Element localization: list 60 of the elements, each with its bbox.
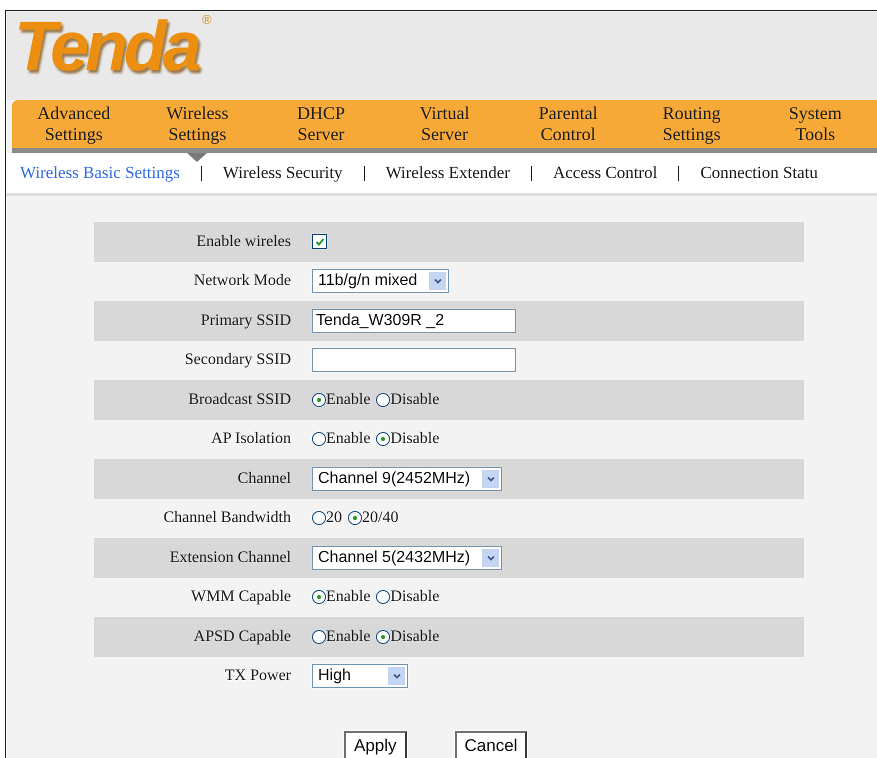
- radio-label: 20/40: [362, 509, 398, 528]
- dropdown[interactable]: 11b/g/n mixed: [312, 269, 450, 294]
- field-label: TX Power: [224, 667, 291, 686]
- radio-label: Enable: [326, 390, 370, 409]
- field-label: Broadcast SSID: [187, 390, 291, 409]
- registered-mark: ®: [202, 13, 212, 27]
- nav-tab[interactable]: System Tools: [753, 100, 877, 148]
- nav-tab[interactable]: Virtual Server: [382, 100, 506, 148]
- text-field[interactable]: [312, 348, 516, 372]
- field-label: Secondary SSID: [184, 351, 291, 370]
- subnav-link[interactable]: Connection Statu: [700, 163, 818, 183]
- nav-tab[interactable]: Parental Control: [506, 100, 630, 148]
- nav-tab[interactable]: Routing Settings: [630, 100, 754, 148]
- field-label: Network Mode: [192, 272, 291, 290]
- radio-button[interactable]: [376, 392, 390, 407]
- field-label: Enable wireles: [195, 232, 291, 251]
- chevron-down-icon: [429, 272, 446, 290]
- radio-label: Disable: [390, 628, 440, 646]
- apply-button[interactable]: Apply: [344, 731, 407, 758]
- radio-button[interactable]: [376, 590, 390, 604]
- radio-label: Enable: [326, 588, 370, 606]
- dropdown[interactable]: Channel 9(2452MHz): [312, 466, 502, 491]
- radio-label: Disable: [390, 430, 440, 448]
- text-field[interactable]: Tenda_W309R _2: [312, 308, 516, 333]
- field-label: Channel: [236, 470, 291, 488]
- field-label: AP Isolation: [210, 430, 291, 448]
- field-label: Primary SSID: [200, 312, 291, 330]
- nav-tab[interactable]: Advanced Settings: [12, 100, 136, 148]
- radio-button[interactable]: [312, 630, 326, 644]
- subnav-link[interactable]: Wireless Extender: [386, 163, 510, 183]
- field-label: Extension Channel: [168, 548, 291, 567]
- radio-label: Enable: [326, 430, 370, 448]
- checkbox[interactable]: [312, 234, 327, 250]
- field-label: WMM Capable: [190, 588, 291, 606]
- dropdown[interactable]: Channel 5(2432MHz): [312, 546, 502, 570]
- radio-label: Disable: [390, 390, 440, 409]
- radio-button[interactable]: [376, 630, 390, 644]
- logo: Tenda®: [14, 11, 212, 81]
- chevron-down-icon: [482, 470, 500, 488]
- radio-label: 20: [326, 509, 342, 528]
- checkmark-icon: [314, 236, 324, 247]
- radio-label: Disable: [390, 588, 440, 606]
- radio-button[interactable]: [312, 511, 326, 526]
- subnav-link[interactable]: Access Control: [552, 163, 658, 183]
- radio-button[interactable]: [348, 511, 362, 526]
- radio-button[interactable]: [312, 392, 326, 407]
- radio-button[interactable]: [312, 590, 326, 604]
- chevron-down-icon: [388, 667, 405, 686]
- chevron-down-icon: [482, 548, 500, 567]
- subnav-link[interactable]: Wireless Security: [222, 163, 343, 183]
- nav-tab[interactable]: DHCP Server: [259, 100, 383, 148]
- nav-tab[interactable]: Wireless Settings: [136, 100, 260, 148]
- field-label: APSD Capable: [192, 628, 291, 646]
- cancel-button[interactable]: Cancel: [454, 731, 528, 758]
- radio-button[interactable]: [376, 432, 390, 446]
- dropdown[interactable]: High: [312, 664, 408, 688]
- subnav-link[interactable]: Wireless Basic Settings: [20, 163, 180, 183]
- field-label: Channel Bandwidth: [162, 509, 291, 528]
- radio-label: Enable: [326, 628, 370, 646]
- radio-button[interactable]: [312, 432, 326, 446]
